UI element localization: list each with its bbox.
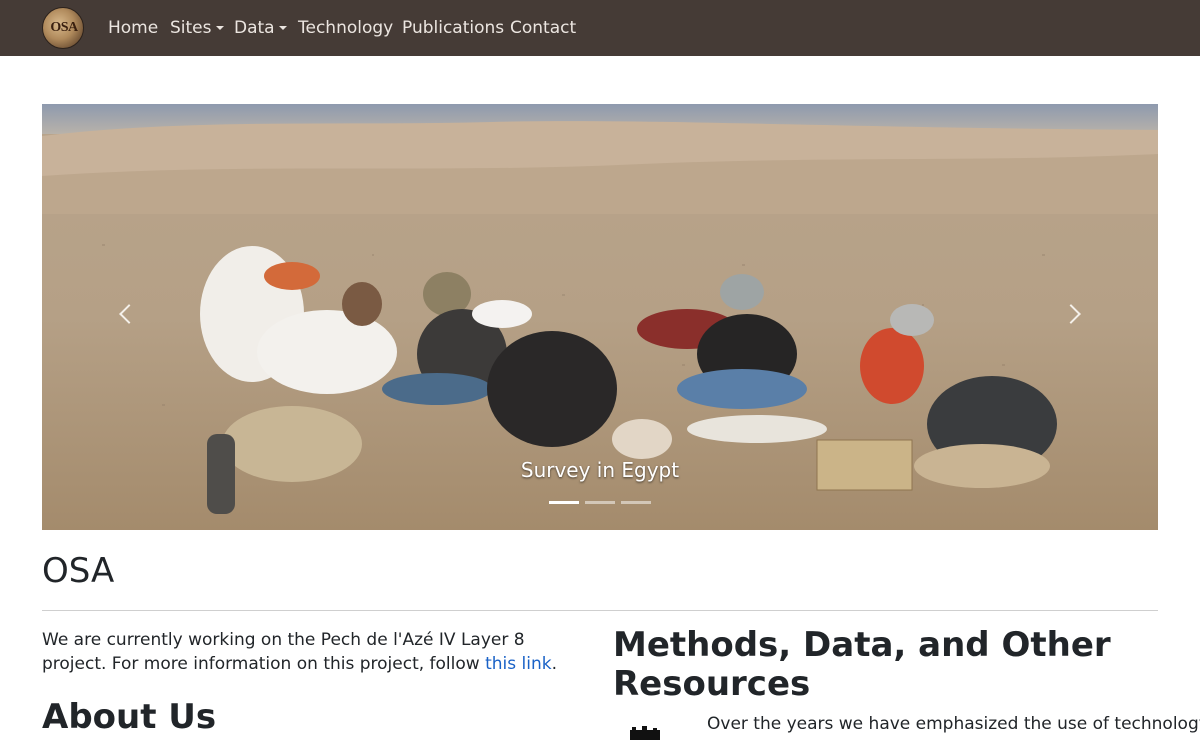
carousel-caption: Survey in Egypt xyxy=(520,458,680,482)
carousel-indicator-3[interactable] xyxy=(621,501,651,504)
nav-technology-label: Technology xyxy=(298,18,394,38)
about-us-heading: About Us xyxy=(42,697,217,737)
image-carousel: Survey in Egypt xyxy=(42,104,1158,530)
nav-data-label: Data xyxy=(234,18,275,38)
chevron-right-icon xyxy=(1061,304,1081,324)
nav-home-label: Home xyxy=(108,18,159,38)
caret-down-icon xyxy=(278,26,287,30)
nav-contact-label: Contact xyxy=(510,18,577,38)
intro-paragraph: We are currently working on the Pech de … xyxy=(42,628,582,676)
divider xyxy=(42,610,1158,611)
nav-home[interactable]: Home xyxy=(108,16,158,40)
nav-sites-dropdown[interactable]: Sites xyxy=(170,16,224,40)
carousel-indicator-2[interactable] xyxy=(585,501,615,504)
osa-logo[interactable]: OSA xyxy=(42,7,84,49)
methods-paragraph: Over the years we have emphasized the us… xyxy=(707,714,1200,734)
project-link[interactable]: this link xyxy=(485,654,552,674)
page-title: OSA xyxy=(42,551,115,591)
nav-publications-label: Publications xyxy=(402,18,505,38)
caret-down-icon xyxy=(215,26,224,30)
navbar: OSA Home Sites Data Technology Publicati… xyxy=(0,0,1200,56)
nav-contact[interactable]: Contact xyxy=(510,16,576,40)
logo-text: OSA xyxy=(50,20,78,35)
nav-technology[interactable]: Technology xyxy=(298,16,393,40)
nav-publications[interactable]: Publications xyxy=(402,16,504,40)
intro-end: . xyxy=(551,654,557,674)
nav-sites-label: Sites xyxy=(170,18,212,38)
carousel-indicator-1[interactable] xyxy=(549,501,579,504)
technology-icon xyxy=(630,726,660,740)
intro-text: We are currently working on the Pech de … xyxy=(42,630,525,674)
chevron-left-icon xyxy=(119,304,139,324)
nav-data-dropdown[interactable]: Data xyxy=(234,16,287,40)
carousel-indicators xyxy=(549,501,651,507)
methods-heading: Methods, Data, and Other Resources xyxy=(613,625,1111,704)
